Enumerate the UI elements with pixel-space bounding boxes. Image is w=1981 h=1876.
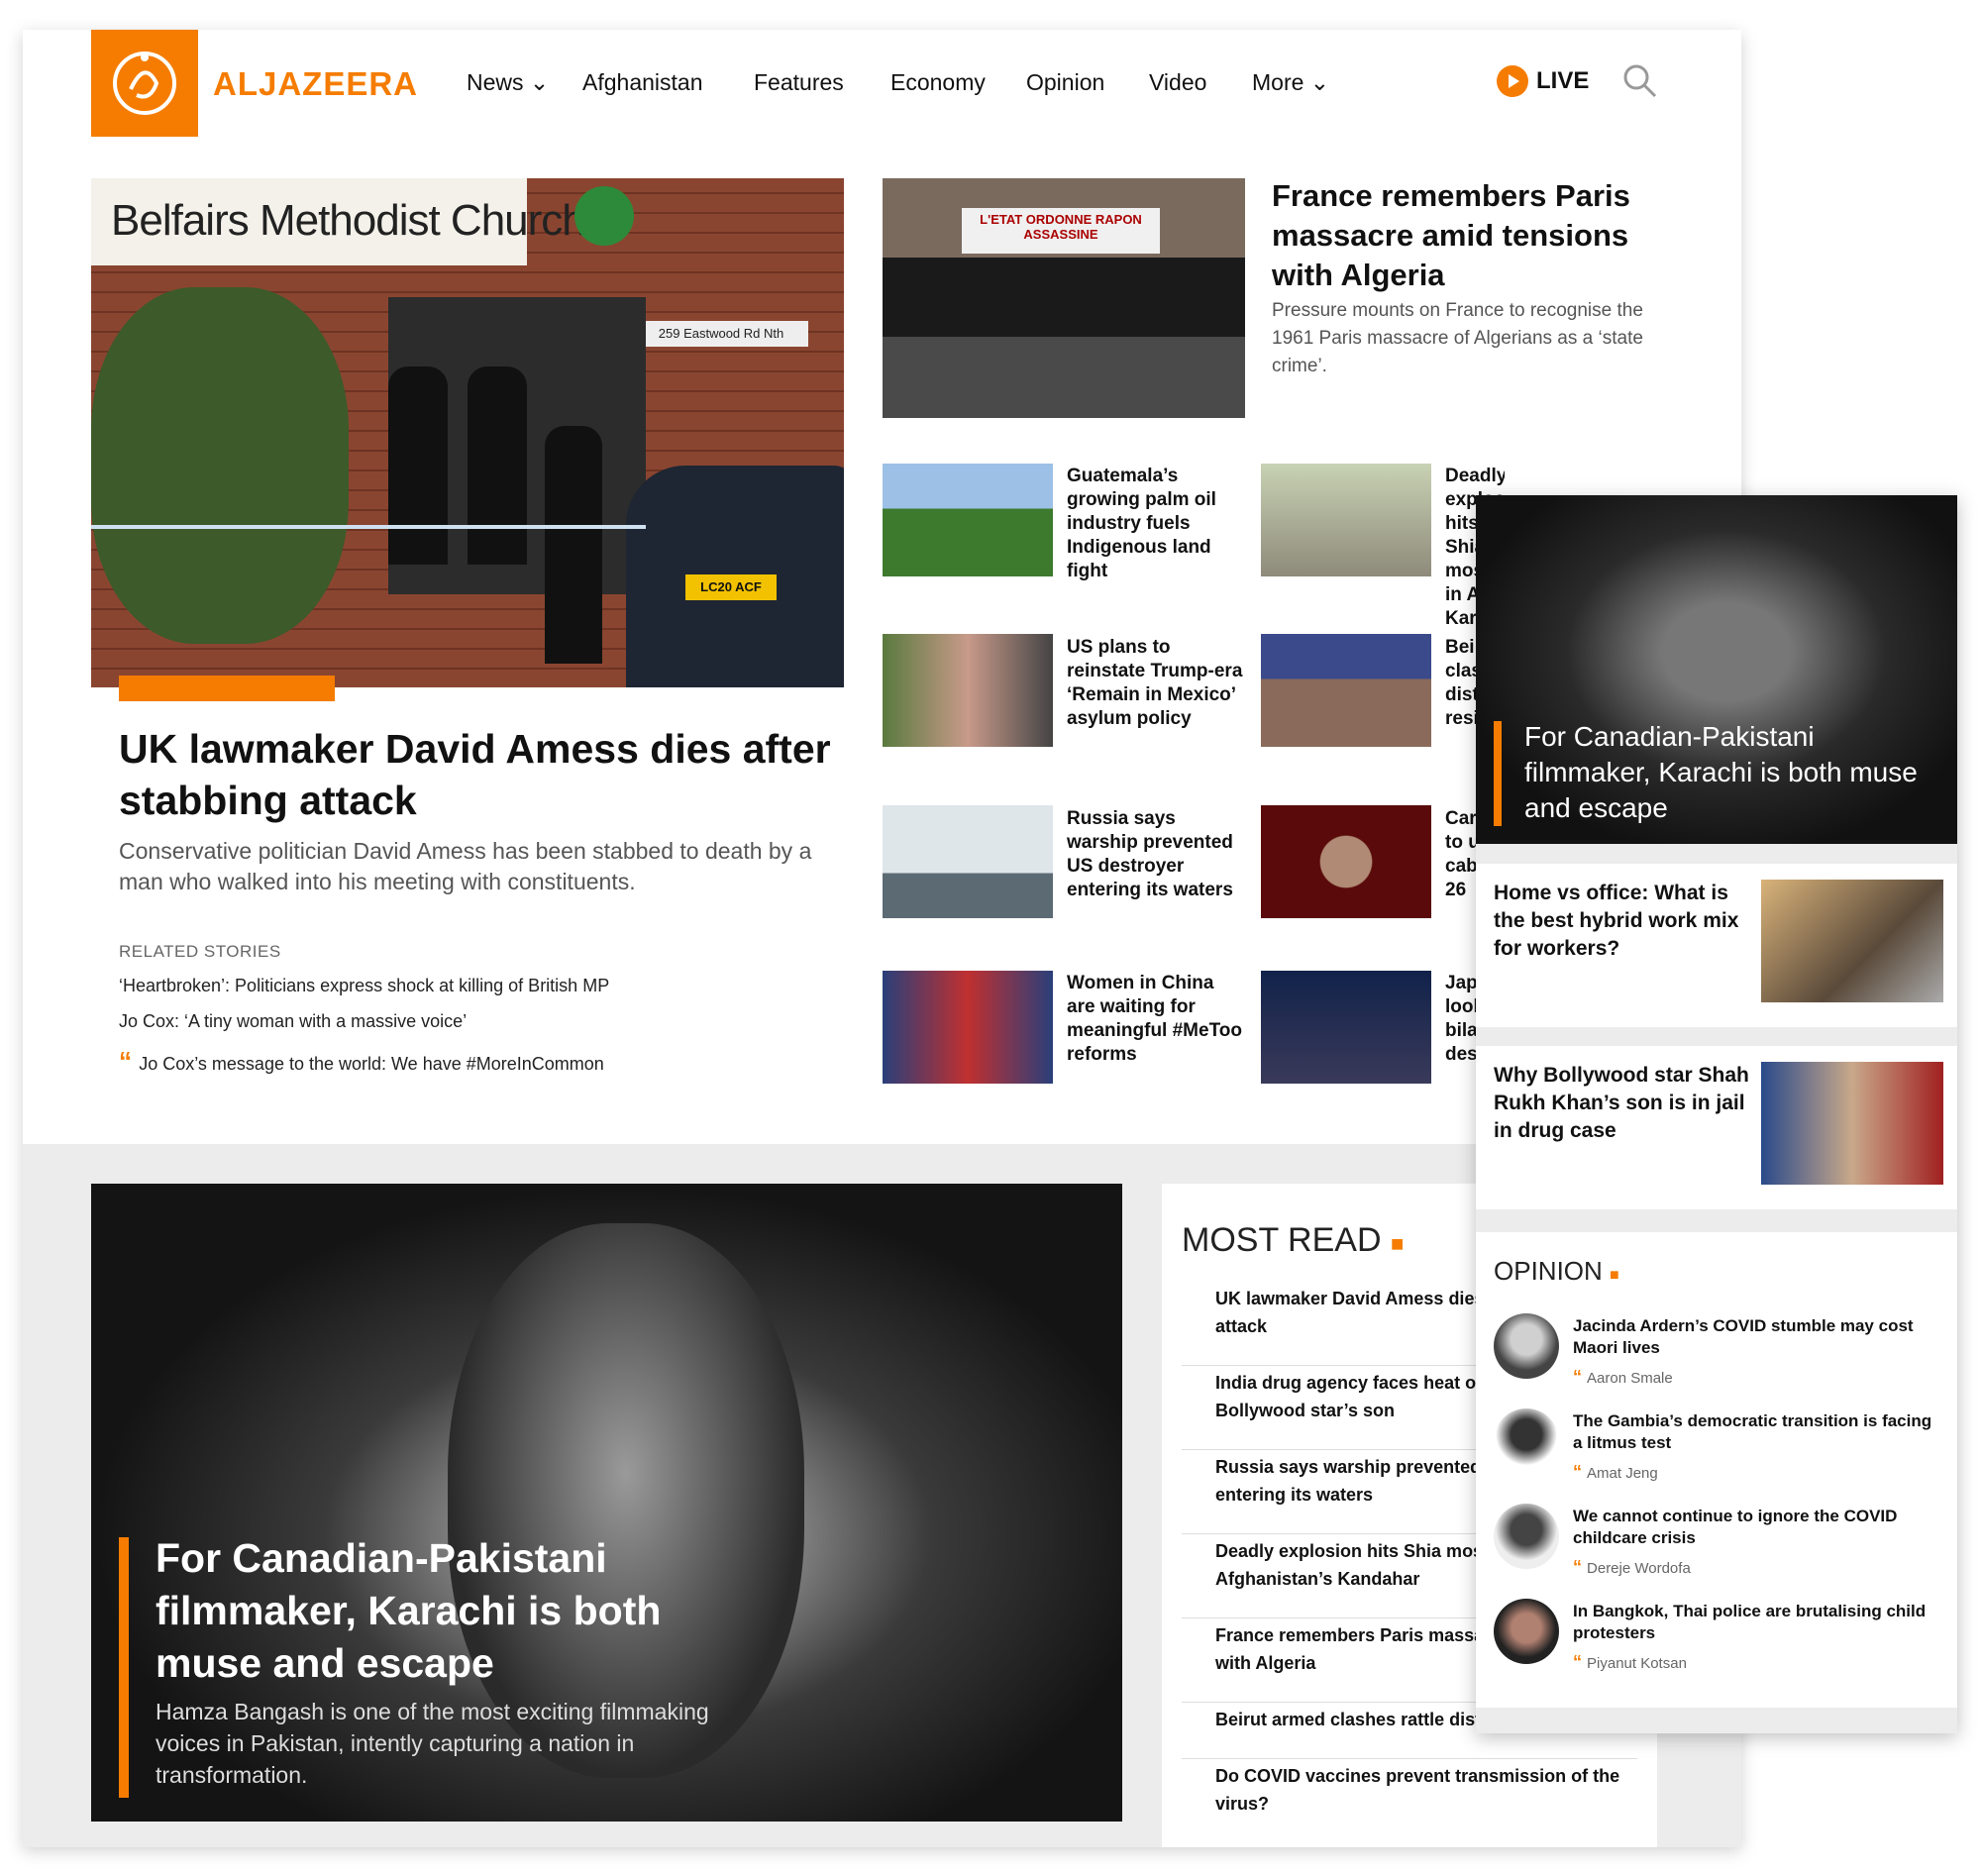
mobile-story-card[interactable]: Home vs office: What is the best hybrid …	[1476, 864, 1957, 1027]
opinion-author: “ Dereje Wordofa	[1573, 1557, 1691, 1577]
nav-news[interactable]: News ⌄	[467, 69, 549, 96]
story-thumbnail[interactable]	[883, 971, 1053, 1084]
aljazeera-logo-icon[interactable]	[91, 30, 198, 137]
nav-economy[interactable]: Economy	[890, 69, 986, 96]
protest-banner: L'ETAT ORDONNE RAPON ASSASSINE	[962, 208, 1160, 254]
mobile-feature-title[interactable]: For Canadian-Pakistani filmmaker, Karach…	[1524, 719, 1921, 826]
author-avatar	[1494, 1408, 1559, 1474]
opinion-author: “ Aaron Smale	[1573, 1367, 1673, 1387]
nav-features[interactable]: Features	[754, 69, 844, 96]
story-thumbnail[interactable]	[1261, 971, 1431, 1084]
mobile-story-title[interactable]: Why Bollywood star Shah Rukh Khan’s son …	[1494, 1062, 1753, 1145]
chevron-down-icon: ⌄	[523, 69, 550, 95]
search-icon[interactable]	[1622, 63, 1658, 104]
top-story-title[interactable]: France remembers Paris massacre amid ten…	[1272, 176, 1668, 295]
welcome-badge	[574, 186, 634, 246]
opinion-panel: OPINION ■ Jacinda Ardern’s COVID stumble…	[1476, 1232, 1957, 1708]
hero-image[interactable]: Belfairs Methodist Church 259 Eastwood R…	[91, 178, 844, 687]
opinion-heading: OPINION ■	[1494, 1256, 1619, 1286]
related-stories-label: RELATED STORIES	[119, 942, 281, 961]
officer-figure	[388, 366, 448, 565]
quote-icon: “	[119, 1046, 140, 1076]
tree-shape	[91, 287, 349, 644]
nav-more[interactable]: More ⌄	[1252, 69, 1329, 96]
author-avatar	[1494, 1504, 1559, 1569]
opinion-title[interactable]: The Gambia’s democratic transition is fa…	[1573, 1410, 1939, 1454]
top-story-image[interactable]: L'ETAT ORDONNE RAPON ASSASSINE	[883, 178, 1245, 418]
story-thumbnail[interactable]	[1261, 464, 1431, 576]
nav-video[interactable]: Video	[1149, 69, 1206, 96]
mobile-feature-card[interactable]: For Canadian-Pakistani filmmaker, Karach…	[1476, 495, 1957, 844]
story-thumbnail[interactable]	[883, 805, 1053, 918]
nav-opinion[interactable]: Opinion	[1026, 69, 1104, 96]
chevron-down-icon: ⌄	[1303, 69, 1330, 95]
hero-title[interactable]: UK lawmaker David Amess dies after stabb…	[119, 723, 852, 826]
mobile-accent-bar	[1494, 721, 1502, 826]
story-title[interactable]: US plans to reinstate Trump-era ‘Remain …	[1067, 636, 1245, 731]
mobile-view: For Canadian-Pakistani filmmaker, Karach…	[1476, 495, 1957, 1733]
story-thumbnail[interactable]	[1261, 805, 1431, 918]
live-label: LIVE	[1536, 67, 1590, 94]
quote-icon: “	[1573, 1367, 1588, 1387]
story-thumbnail[interactable]	[1761, 880, 1943, 1002]
hero-summary: Conservative politician David Amess has …	[119, 838, 812, 894]
hero-accent-bar	[119, 676, 335, 701]
story-title[interactable]: Guatemala’s growing palm oil industry fu…	[1067, 465, 1245, 583]
feature-accent-bar	[119, 1537, 129, 1798]
author-avatar	[1494, 1599, 1559, 1664]
feature-summary: Hamza Bangash is one of the most excitin…	[156, 1699, 709, 1788]
related-story-link[interactable]: “ Jo Cox’s message to the world: We have…	[119, 1046, 604, 1077]
author-avatar	[1494, 1313, 1559, 1379]
license-plate: LC20 ACF	[685, 574, 777, 600]
officer-figure	[545, 426, 602, 664]
opinion-title[interactable]: We cannot continue to ignore the COVID c…	[1573, 1506, 1939, 1549]
nav-afghanistan[interactable]: Afghanistan	[582, 69, 702, 96]
story-title[interactable]: Women in China are waiting for meaningfu…	[1067, 972, 1245, 1067]
story-thumbnail[interactable]	[883, 464, 1053, 576]
live-button[interactable]: LIVE	[1497, 65, 1589, 97]
feature-title[interactable]: For Canadian-Pakistani filmmaker, Karach…	[156, 1532, 710, 1690]
story-thumbnail[interactable]	[1261, 634, 1431, 747]
quote-icon: “	[1573, 1652, 1588, 1672]
logo-wordmark[interactable]: ALJAZEERA	[213, 65, 418, 103]
most-read-item[interactable]: Do COVID vaccines prevent transmission o…	[1182, 1762, 1637, 1824]
opinion-title[interactable]: Jacinda Ardern’s COVID stumble may cost …	[1573, 1315, 1939, 1359]
story-thumbnail[interactable]	[883, 634, 1053, 747]
police-tape	[91, 525, 646, 529]
top-story-summary: Pressure mounts on France to recognise t…	[1272, 300, 1643, 376]
quote-icon: “	[1573, 1557, 1588, 1577]
officer-figure	[468, 366, 527, 565]
related-story-link[interactable]: Jo Cox: ‘A tiny woman with a massive voi…	[119, 1011, 467, 1032]
related-story-link[interactable]: ‘Heartbroken’: Politicians express shock…	[119, 976, 609, 996]
story-title[interactable]: Russia says warship prevented US destroy…	[1067, 807, 1245, 902]
most-read-heading: MOST READ ■	[1182, 1221, 1405, 1259]
opinion-title[interactable]: In Bangkok, Thai police are brutalising …	[1573, 1601, 1939, 1644]
quote-icon: “	[1573, 1462, 1588, 1482]
opinion-author: “ Amat Jeng	[1573, 1462, 1658, 1482]
church-sign: Belfairs Methodist Church	[111, 196, 586, 245]
play-icon	[1497, 65, 1528, 97]
mobile-story-title[interactable]: Home vs office: What is the best hybrid …	[1494, 880, 1753, 963]
opinion-author: “ Piyanut Kotsan	[1573, 1652, 1687, 1672]
story-thumbnail[interactable]	[1761, 1062, 1943, 1185]
mobile-story-card[interactable]: Why Bollywood star Shah Rukh Khan’s son …	[1476, 1046, 1957, 1209]
street-sign: 259 Eastwood Rd Nth	[634, 321, 808, 347]
